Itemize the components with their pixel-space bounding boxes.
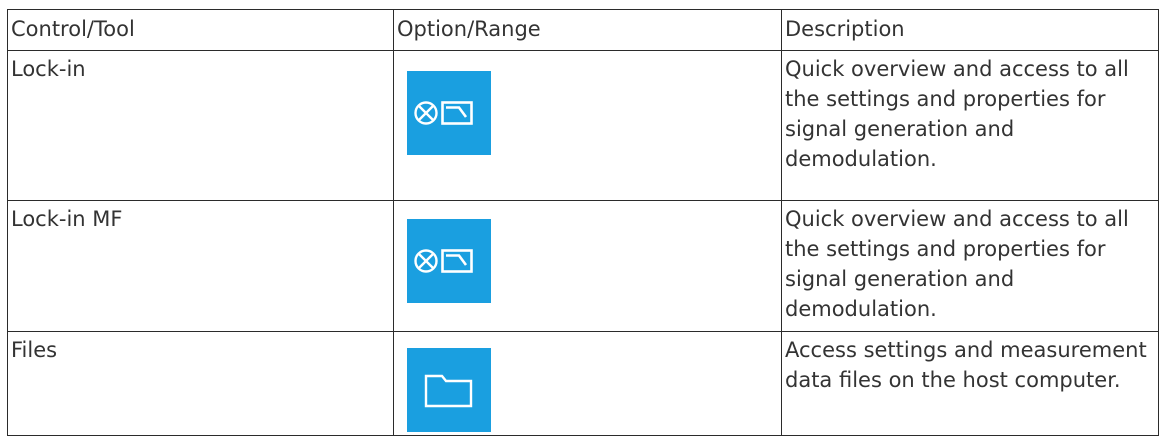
table-row: Lock-in MF Quick overview and access to … — [7, 200, 1159, 332]
lock-in-icon[interactable] — [407, 71, 491, 155]
folder-icon[interactable] — [407, 348, 491, 432]
header-control-tool: Control/Tool — [7, 9, 394, 51]
table-row: Lock-in Quick overview and access to all… — [7, 50, 1159, 201]
tool-name: Files — [7, 331, 394, 436]
option-cell — [393, 331, 782, 436]
tool-description: Access settings and measurement data fil… — [781, 331, 1159, 436]
tool-name: Lock-in — [7, 50, 394, 201]
tools-table: Control/Tool Option/Range Description Lo… — [7, 9, 1159, 436]
header-option-range: Option/Range — [393, 9, 782, 51]
option-cell — [393, 50, 782, 201]
lock-in-icon[interactable] — [407, 219, 491, 303]
header-description: Description — [781, 9, 1159, 51]
tool-name: Lock-in MF — [7, 200, 394, 332]
tool-description: Quick overview and access to all the set… — [781, 50, 1159, 201]
table-header-row: Control/Tool Option/Range Description — [7, 9, 1159, 51]
table-row: Files Access settings and measurement da… — [7, 331, 1159, 436]
option-cell — [393, 200, 782, 332]
tool-description: Quick overview and access to all the set… — [781, 200, 1159, 332]
